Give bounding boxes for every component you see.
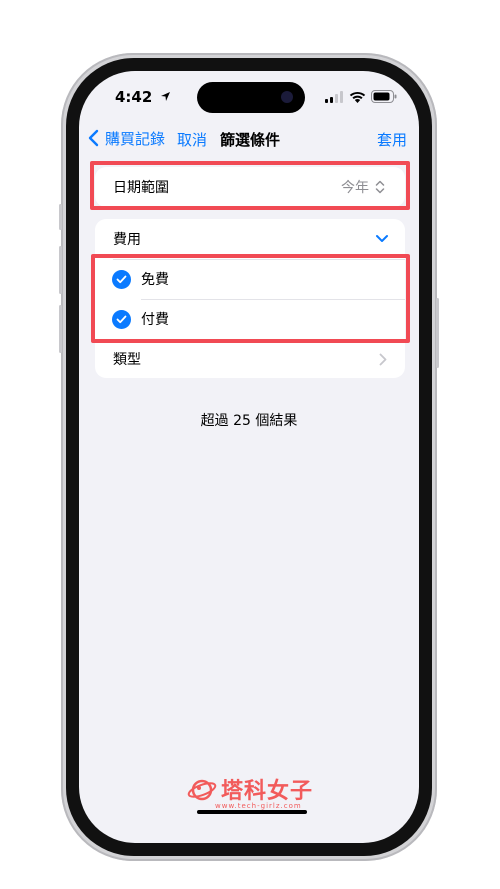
type-row[interactable]: 類型	[95, 339, 405, 379]
home-indicator[interactable]	[197, 810, 307, 814]
page-title: 篩選條件	[220, 131, 281, 149]
front-camera-icon	[281, 91, 293, 103]
astronaut-logo-icon	[187, 779, 217, 801]
chevron-right-icon	[379, 353, 387, 366]
wifi-icon	[349, 91, 366, 103]
chevron-left-icon	[88, 129, 99, 147]
cellular-signal-icon	[325, 91, 343, 103]
type-label: 類型	[113, 352, 141, 368]
battery-icon	[371, 90, 397, 103]
watermark-subtitle: www.tech-girlz.com	[215, 802, 302, 810]
power-button	[436, 298, 439, 368]
apply-button[interactable]: 套用	[377, 129, 407, 150]
highlight-box-fee-options	[91, 254, 410, 343]
location-arrow-icon	[160, 92, 170, 101]
results-count: 超過 25 個結果	[200, 413, 298, 429]
cancel-button[interactable]: 取消	[177, 129, 207, 150]
watermark-logo: 塔科女子	[187, 773, 313, 805]
back-label: 購買記錄	[105, 129, 166, 148]
volume-down-button	[59, 305, 62, 353]
watermark-title: 塔科女子	[221, 779, 314, 804]
dynamic-island	[197, 82, 305, 113]
fee-row[interactable]: 費用	[95, 219, 405, 259]
action-button	[59, 204, 62, 230]
chevron-down-icon[interactable]	[375, 234, 389, 244]
back-button[interactable]: 購買記錄	[85, 127, 165, 149]
volume-up-button	[59, 246, 62, 294]
highlight-box-date-range	[90, 161, 410, 210]
status-time: 4:42	[115, 88, 171, 106]
fee-label: 費用	[113, 232, 141, 248]
